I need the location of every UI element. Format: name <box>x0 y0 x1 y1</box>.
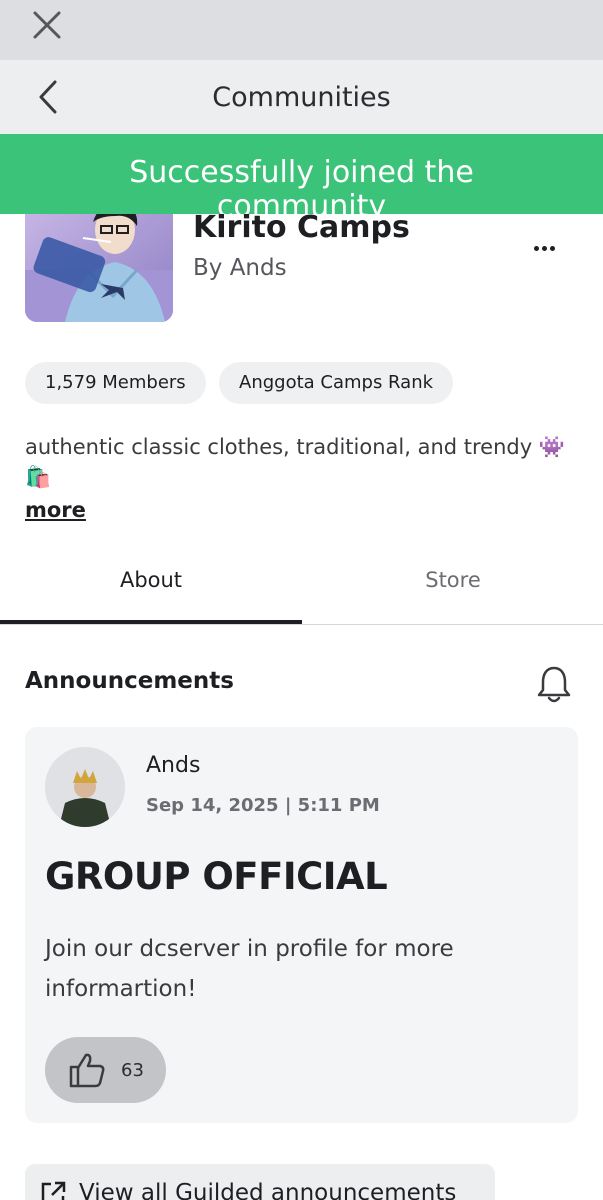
post-title: GROUP OFFICIAL <box>45 855 388 898</box>
tab-bar: About Store <box>0 552 603 625</box>
top-bar <box>0 0 603 60</box>
external-link-icon <box>41 1181 66 1200</box>
view-all-label: View all Guilded announcements <box>79 1180 457 1200</box>
announcement-card: Ands Sep 14, 2025 | 5:11 PM GROUP OFFICI… <box>25 727 578 1123</box>
group-icon-image <box>25 200 173 322</box>
close-icon <box>33 11 61 39</box>
toast-message: Successfully joined the community <box>129 155 474 215</box>
post-author[interactable]: Ands <box>146 753 200 778</box>
post-body: Join our dcserver in profile for more in… <box>45 936 454 1002</box>
thumbs-up-icon <box>69 1053 105 1088</box>
avatar[interactable] <box>45 747 125 827</box>
rank-chip[interactable]: Anggota Camps Rank <box>219 362 454 404</box>
page-title: Communities <box>212 82 391 113</box>
tab-about[interactable]: About <box>0 552 302 624</box>
members-chip[interactable]: 1,579 Members <box>25 362 206 404</box>
bell-icon <box>537 666 571 703</box>
navigation-bar: Communities <box>0 60 603 134</box>
group-description: authentic classic clothes, traditional, … <box>25 435 565 489</box>
tab-selected-indicator <box>0 620 302 624</box>
announcements-heading: Announcements <box>25 668 234 694</box>
group-owner[interactable]: By Ands <box>193 255 287 281</box>
post-timestamp: Sep 14, 2025 | 5:11 PM <box>146 795 380 816</box>
ellipsis-icon <box>533 245 539 251</box>
more-link[interactable]: more <box>25 498 86 522</box>
view-all-announcements-button[interactable]: View all Guilded announcements <box>25 1164 495 1200</box>
success-toast: Successfully joined the community <box>0 134 603 214</box>
like-button[interactable]: 63 <box>45 1037 166 1103</box>
close-button[interactable] <box>28 6 66 44</box>
group-name: Kirito Camps <box>193 210 410 245</box>
more-options-button[interactable] <box>524 236 564 260</box>
tab-store[interactable]: Store <box>302 552 603 624</box>
like-count: 63 <box>121 1059 144 1081</box>
notification-button[interactable] <box>532 660 576 708</box>
